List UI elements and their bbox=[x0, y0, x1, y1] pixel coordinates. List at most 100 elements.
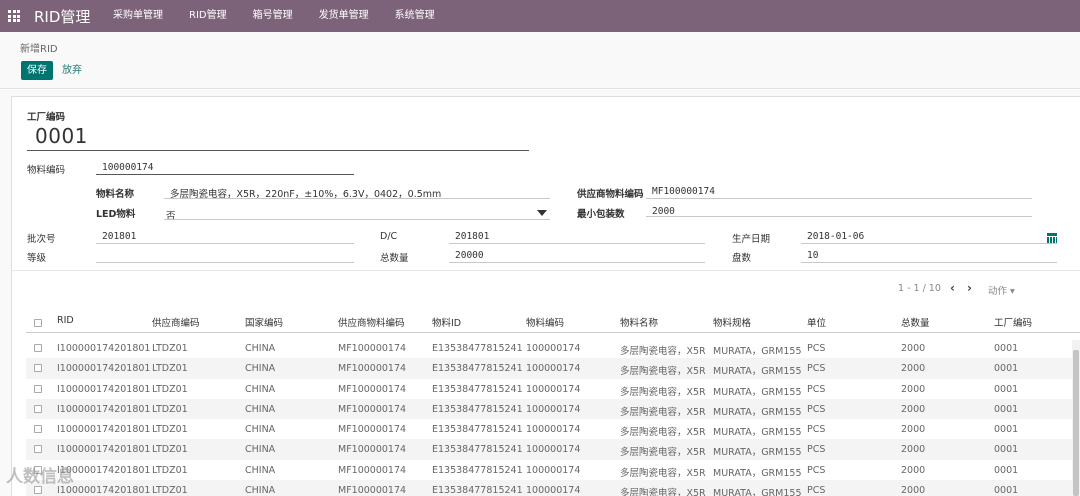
row-checkbox[interactable] bbox=[34, 364, 42, 373]
calendar-icon[interactable] bbox=[1047, 233, 1057, 243]
main-menu: 采购单管理 RID管理 箱号管理 发货单管理 系统管理 bbox=[100, 0, 448, 32]
cell-material-id: E13538477815241 bbox=[432, 383, 523, 395]
column-header-unit[interactable]: 单位 bbox=[807, 315, 826, 329]
cell-country-code: CHINA bbox=[245, 464, 276, 476]
cell-supplier-material-code: MF100000174 bbox=[338, 464, 407, 476]
cell-factory-code: 0001 bbox=[994, 444, 1019, 456]
menu-item-purchase-orders[interactable]: 采购单管理 bbox=[100, 0, 176, 32]
cell-unit: PCS bbox=[807, 383, 826, 395]
cell-rid: I100000174201801 bbox=[57, 444, 151, 456]
dc-field[interactable]: 201801 bbox=[455, 231, 489, 242]
cell-supplier-code: LTDZ01 bbox=[152, 383, 188, 395]
column-header-supplier-material-code[interactable]: 供应商物料编码 bbox=[338, 315, 405, 329]
batch-label: 批次号 bbox=[27, 234, 56, 245]
action-dropdown[interactable]: 动作 ▾ bbox=[988, 283, 1015, 297]
scrollbar-thumb[interactable] bbox=[1073, 350, 1079, 496]
supplier-material-code-underline bbox=[646, 198, 1032, 199]
column-header-material-name[interactable]: 物料名称 bbox=[620, 315, 658, 329]
top-navbar: RID管理 采购单管理 RID管理 箱号管理 发货单管理 系统管理 bbox=[0, 0, 1080, 32]
cell-factory-code: 0001 bbox=[994, 383, 1019, 395]
table-row[interactable]: I100000174201801 LTDZ01 CHINA MF10000017… bbox=[26, 338, 1072, 358]
select-all-checkbox[interactable] bbox=[34, 319, 42, 327]
column-header-country-code[interactable]: 国家编码 bbox=[245, 315, 283, 329]
table-body: I100000174201801 LTDZ01 CHINA MF10000017… bbox=[26, 338, 1072, 496]
column-header-material-code[interactable]: 物料编码 bbox=[526, 315, 564, 329]
supplier-material-code-field[interactable]: MF100000174 bbox=[652, 186, 715, 197]
save-button[interactable]: 保存 bbox=[21, 61, 53, 80]
batch-field[interactable]: 201801 bbox=[102, 231, 136, 242]
watermark: 人数信息 bbox=[6, 467, 74, 487]
cell-rid: I100000174201801 bbox=[57, 403, 151, 415]
chevron-left-icon[interactable]: ‹ bbox=[950, 281, 955, 295]
menu-item-boxes[interactable]: 箱号管理 bbox=[240, 0, 306, 32]
cell-total-quantity: 2000 bbox=[901, 444, 926, 456]
table-row[interactable]: I100000174201801 LTDZ01 CHINA MF10000017… bbox=[26, 398, 1072, 420]
table-row[interactable]: I100000174201801 LTDZ01 CHINA MF10000017… bbox=[26, 379, 1072, 399]
section-divider bbox=[11, 270, 1080, 271]
row-checkbox[interactable] bbox=[34, 384, 42, 393]
discard-button[interactable]: 放弃 bbox=[62, 61, 82, 80]
table-row[interactable]: I100000174201801 LTDZ01 CHINA MF10000017… bbox=[26, 460, 1072, 480]
action-label: 动作 bbox=[988, 286, 1008, 297]
column-header-rid[interactable]: RID bbox=[57, 315, 74, 326]
grade-underline bbox=[96, 262, 354, 263]
cell-supplier-code: LTDZ01 bbox=[152, 485, 188, 496]
row-checkbox[interactable] bbox=[34, 425, 42, 434]
row-checkbox[interactable] bbox=[34, 344, 42, 352]
column-header-factory-code[interactable]: 工厂编码 bbox=[994, 315, 1032, 329]
cell-rid: I100000174201801 bbox=[57, 343, 151, 354]
production-date-underline bbox=[801, 243, 1057, 244]
breadcrumb: 新增RID bbox=[20, 44, 58, 55]
factory-code-field[interactable]: 0001 bbox=[35, 124, 88, 148]
cell-country-code: CHINA bbox=[245, 424, 276, 436]
menu-item-shipments[interactable]: 发货单管理 bbox=[306, 0, 382, 32]
cell-material-id: E13538477815241 bbox=[432, 403, 523, 415]
table-row[interactable]: I100000174201801 LTDZ01 CHINA MF10000017… bbox=[26, 480, 1072, 496]
cell-material-spec: MURATA，GRM155 bbox=[713, 346, 802, 357]
panel-divider bbox=[0, 88, 1080, 89]
production-date-field[interactable]: 2018-01-06 bbox=[807, 231, 864, 242]
column-header-material-spec[interactable]: 物料规格 bbox=[713, 315, 751, 329]
material-code-field[interactable]: 100000174 bbox=[102, 162, 153, 173]
reel-count-field[interactable]: 10 bbox=[807, 250, 818, 261]
factory-code-underline bbox=[27, 150, 529, 151]
caret-down-icon[interactable] bbox=[537, 210, 547, 216]
cell-material-name: 多层陶瓷电容，X5R bbox=[620, 427, 706, 439]
column-header-supplier-code[interactable]: 供应商编码 bbox=[152, 315, 200, 329]
grade-label: 等级 bbox=[27, 253, 47, 264]
cell-total-quantity: 2000 bbox=[901, 403, 926, 415]
apps-grid-icon[interactable] bbox=[8, 10, 20, 22]
table-row[interactable]: I100000174201801 LTDZ01 CHINA MF10000017… bbox=[26, 358, 1072, 379]
column-header-total-quantity[interactable]: 总数量 bbox=[901, 315, 930, 329]
factory-code-label: 工厂编码 bbox=[27, 112, 66, 123]
menu-item-rid[interactable]: RID管理 bbox=[176, 0, 240, 32]
cell-material-code: 100000174 bbox=[526, 403, 581, 415]
cell-material-name: 多层陶瓷电容，X5R bbox=[620, 346, 706, 357]
table-row[interactable]: I100000174201801 LTDZ01 CHINA MF10000017… bbox=[26, 439, 1072, 460]
led-material-label: LED物料 bbox=[96, 209, 136, 220]
pager-value[interactable]: 1 - 1 / 10 bbox=[898, 283, 941, 294]
table-row[interactable]: I100000174201801 LTDZ01 CHINA MF10000017… bbox=[26, 419, 1072, 439]
row-checkbox[interactable] bbox=[34, 445, 42, 454]
cell-factory-code: 0001 bbox=[994, 403, 1019, 415]
cell-unit: PCS bbox=[807, 343, 826, 354]
cell-supplier-code: LTDZ01 bbox=[152, 403, 188, 415]
chevron-right-icon[interactable]: › bbox=[967, 281, 972, 295]
row-checkbox[interactable] bbox=[34, 486, 42, 495]
dc-label: D/C bbox=[380, 231, 398, 242]
cell-supplier-material-code: MF100000174 bbox=[338, 403, 407, 415]
cell-material-spec: MURATA，GRM155 bbox=[713, 467, 802, 479]
cell-rid: I100000174201801 bbox=[57, 363, 151, 375]
table-header-divider bbox=[26, 332, 1080, 333]
column-header-material-id[interactable]: 物料ID bbox=[432, 315, 461, 329]
app-brand[interactable]: RID管理 bbox=[34, 6, 90, 27]
cell-unit: PCS bbox=[807, 403, 826, 415]
cell-factory-code: 0001 bbox=[994, 424, 1019, 436]
total-quantity-field[interactable]: 20000 bbox=[455, 250, 484, 261]
supplier-material-code-label: 供应商物料编码 bbox=[577, 189, 644, 200]
cell-material-name: 多层陶瓷电容，X5R bbox=[620, 406, 706, 418]
cell-unit: PCS bbox=[807, 485, 826, 496]
material-name-label: 物料名称 bbox=[96, 189, 135, 200]
menu-item-system[interactable]: 系统管理 bbox=[382, 0, 448, 32]
row-checkbox[interactable] bbox=[34, 404, 42, 413]
